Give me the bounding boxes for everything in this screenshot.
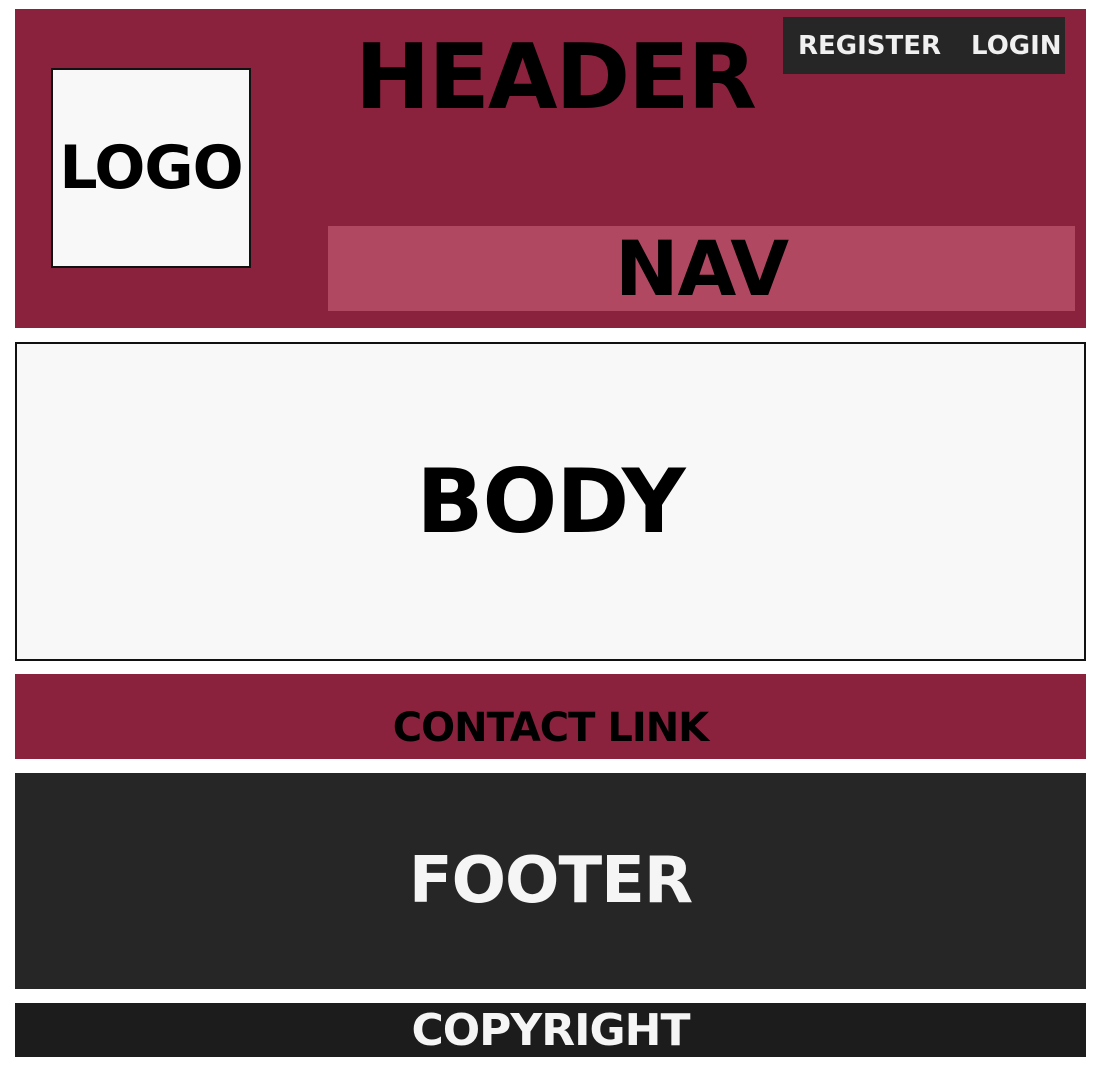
register-link[interactable]: REGISTER	[798, 31, 941, 61]
page-body: BODY	[15, 342, 1086, 661]
contact-link[interactable]: CONTACT LINK	[393, 705, 709, 751]
header-title: HEADER	[355, 25, 757, 130]
site-footer: FOOTER	[15, 773, 1086, 989]
logo-text: LOGO	[59, 133, 243, 203]
copyright-bar: COPYRIGHT	[15, 1003, 1086, 1057]
main-nav[interactable]: NAV	[328, 224, 1075, 313]
contact-bar: CONTACT LINK	[15, 674, 1086, 759]
site-header: LOGO HEADER REGISTER LOGIN NAV	[15, 9, 1086, 328]
auth-bar: REGISTER LOGIN	[783, 17, 1065, 74]
copyright-text: COPYRIGHT	[411, 1004, 690, 1056]
footer-label: FOOTER	[408, 844, 693, 918]
nav-label: NAV	[614, 224, 789, 313]
logo[interactable]: LOGO	[51, 68, 251, 268]
login-link[interactable]: LOGIN	[971, 31, 1062, 61]
body-label: BODY	[416, 450, 685, 553]
